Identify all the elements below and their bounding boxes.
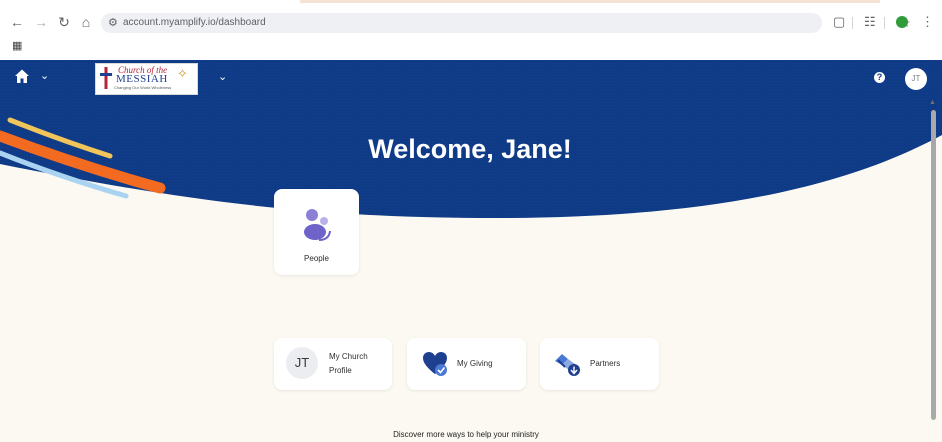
- discover-heading: Discover more ways to help your ministry: [393, 430, 539, 439]
- my-giving-label: My Giving: [457, 359, 493, 368]
- home-icon[interactable]: [14, 68, 30, 84]
- extensions-icon[interactable]: ▢: [833, 13, 845, 31]
- logo-line-2: MESSIAH: [116, 73, 168, 85]
- home-icon[interactable]: ⌂: [77, 13, 95, 31]
- help-icon[interactable]: ?: [874, 72, 885, 83]
- partners-card[interactable]: Partners: [540, 338, 659, 390]
- url-text[interactable]: account.myamplify.io/dashboard: [123, 17, 266, 29]
- apps-grid-icon[interactable]: ▦: [12, 40, 22, 52]
- welcome-heading: Welcome, Jane!: [368, 134, 572, 164]
- ornament-icon: ✧: [177, 66, 188, 81]
- toolbar-separator: [884, 17, 885, 29]
- forward-arrow-icon[interactable]: →: [32, 13, 50, 31]
- address-bar[interactable]: ⚙ account.myamplify.io/dashboard ☆: [101, 13, 911, 33]
- partners-label: Partners: [590, 359, 621, 368]
- profile-label-line-1: My Church: [329, 352, 368, 361]
- my-giving-card[interactable]: My Giving: [407, 338, 526, 390]
- site-info-icon[interactable]: ⚙: [108, 16, 118, 30]
- logo-tagline: Changing Our World Wholeness: [114, 85, 172, 90]
- chevron-down-icon[interactable]: ⌄: [218, 69, 227, 85]
- tab-strip-edge: [300, 0, 880, 3]
- my-church-profile-card[interactable]: JT My Church Profile: [274, 338, 392, 390]
- people-icon: [304, 209, 331, 241]
- reading-list-icon[interactable]: ☷: [864, 13, 876, 31]
- handshake-icon: [555, 354, 580, 376]
- browser-profile-avatar[interactable]: [896, 16, 908, 28]
- people-label: People: [304, 254, 329, 263]
- chevron-down-icon[interactable]: ⌄: [40, 68, 49, 84]
- back-arrow-icon[interactable]: ←: [8, 13, 26, 31]
- toolbar-separator: [852, 17, 853, 29]
- user-avatar[interactable]: JT: [905, 68, 927, 90]
- browser-chrome: ← → ↻ ⌂ ⚙ account.myamplify.io/dashboard…: [0, 0, 942, 60]
- reload-icon[interactable]: ↻: [55, 13, 73, 31]
- scroll-up-icon[interactable]: ▲: [929, 99, 936, 107]
- profile-label-line-2: Profile: [329, 366, 352, 375]
- menu-kebab-icon[interactable]: ⋮: [921, 13, 934, 31]
- people-card[interactable]: People: [274, 189, 359, 275]
- church-logo[interactable]: Church of the MESSIAH Changing Our World…: [95, 63, 198, 95]
- heart-hand-icon: [423, 352, 447, 376]
- cross-icon: [100, 67, 112, 89]
- profile-initials-avatar: JT: [286, 347, 318, 379]
- scrollbar-thumb[interactable]: [931, 110, 936, 420]
